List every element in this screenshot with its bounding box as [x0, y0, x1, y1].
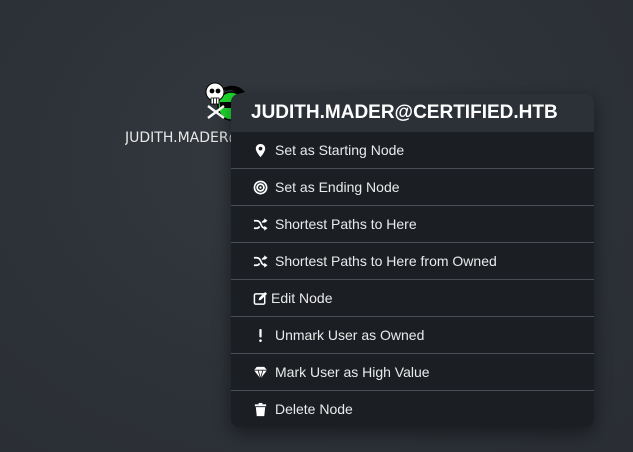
menu-item-shortest-paths-from-owned[interactable]: Shortest Paths to Here from Owned: [231, 242, 594, 279]
shuffle-icon: [253, 255, 268, 268]
menu-item-unmark-owned[interactable]: Unmark User as Owned: [231, 316, 594, 353]
menu-item-label: Set as Starting Node: [275, 142, 405, 158]
context-menu-title: JUDITH.MADER@CERTIFIED.HTB: [231, 94, 594, 132]
menu-item-label: Shortest Paths to Here: [275, 216, 417, 232]
trash-icon: [254, 402, 267, 417]
menu-item-mark-high-value[interactable]: Mark User as High Value: [231, 353, 594, 390]
menu-item-label: Delete Node: [275, 401, 353, 417]
menu-item-shortest-paths[interactable]: Shortest Paths to Here: [231, 205, 594, 242]
target-icon: [253, 180, 268, 195]
node-context-menu: JUDITH.MADER@CERTIFIED.HTB Set as Starti…: [231, 94, 594, 427]
menu-item-delete-node[interactable]: Delete Node: [231, 390, 594, 427]
menu-item-set-starting-node[interactable]: Set as Starting Node: [231, 132, 594, 168]
map-marker-icon: [255, 143, 266, 158]
menu-item-label: Unmark User as Owned: [275, 327, 425, 343]
menu-item-label: Shortest Paths to Here from Owned: [275, 253, 497, 269]
menu-item-label: Set as Ending Node: [275, 179, 400, 195]
exclamation-icon: [259, 328, 262, 342]
menu-item-label: Mark User as High Value: [275, 364, 430, 380]
menu-item-set-ending-node[interactable]: Set as Ending Node: [231, 168, 594, 205]
diamond-icon: [253, 366, 268, 380]
menu-item-label: Edit Node: [271, 290, 333, 306]
shuffle-icon: [253, 218, 268, 231]
node-label: JUDITH.MADER@CERTIFIED.HTB: [125, 130, 245, 146]
edit-icon: [253, 291, 268, 305]
menu-item-edit-node[interactable]: Edit Node: [231, 279, 594, 316]
